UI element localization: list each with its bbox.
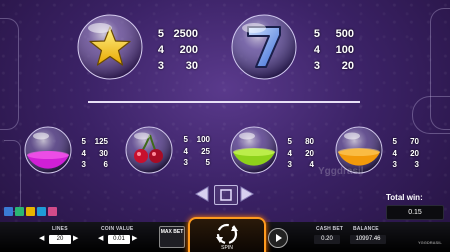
coin-value-label: COIN VALUE [101, 226, 134, 232]
balance-label: BALANCE [353, 226, 379, 232]
match-count: 4 [313, 44, 320, 56]
decor-pipe-left [0, 18, 19, 130]
payout-value: 2500 [173, 28, 198, 40]
cash-bet-label: CASH BET [316, 226, 344, 232]
autoplay-button[interactable] [268, 228, 288, 248]
star-ball-payouts: 5 2500 4 200 3 30 [154, 29, 198, 77]
payout-value: 500 [335, 28, 354, 40]
match-count: 5 [313, 28, 320, 40]
match-count: 3 [392, 160, 397, 169]
history-button[interactable] [48, 207, 57, 216]
match-count: 3 [157, 60, 164, 72]
payout-row: 4 100 [310, 45, 354, 61]
payout-row: 5 100 [180, 136, 210, 148]
paytable-page-indicator [214, 185, 238, 205]
payout-row: 3 30 [154, 61, 198, 77]
payout-value: 5 [205, 158, 210, 167]
green-potion-payouts: 5 80 4 20 34 [284, 138, 314, 173]
play-icon [276, 234, 282, 242]
decor-pipe-left-2 [4, 140, 21, 212]
brand-logo: YGGDRASIL [418, 240, 442, 245]
payout-row: 35 [180, 159, 210, 171]
match-count: 3 [287, 160, 292, 169]
payout-value: 100 [335, 44, 354, 56]
payout-row: 5 70 [389, 138, 419, 150]
max-bet-label: MAX BET [160, 229, 184, 235]
help-button[interactable] [26, 207, 35, 216]
payout-row: 33 [389, 161, 419, 173]
payout-value: 100 [196, 135, 210, 144]
coin-value-increase-button[interactable]: ▶ [132, 234, 137, 242]
match-count: 3 [81, 160, 86, 169]
spin-button[interactable]: SPIN [188, 217, 266, 252]
match-count: 3 [183, 158, 188, 167]
payout-value: 30 [185, 60, 198, 72]
payout-value: 70 [410, 137, 419, 146]
lines-field: 20 [49, 235, 71, 244]
balance-field: 10997.46 [350, 235, 386, 244]
payout-row: 4 200 [154, 45, 198, 61]
purple-potion-ball-icon [24, 126, 72, 174]
lines-decrease-button[interactable]: ◀ [39, 234, 44, 242]
total-win-panel: Total win: 0.15 [378, 189, 450, 222]
match-count: 5 [81, 137, 86, 146]
spin-label: SPIN [221, 245, 233, 251]
payout-row: 3 20 [310, 61, 354, 77]
coin-value-decrease-button[interactable]: ◀ [98, 234, 103, 242]
seven-ball-icon [231, 14, 297, 80]
match-count: 5 [183, 135, 188, 144]
payout-row: 5 80 [284, 138, 314, 150]
total-win-label: Total win: [386, 193, 423, 202]
max-bet-button[interactable]: MAX BET [159, 226, 185, 248]
paytable-screen: 5 2500 4 200 3 30 5 500 4 100 3 20 5 125… [0, 0, 450, 252]
orange-potion-payouts: 5 70 4 20 33 [389, 138, 419, 173]
decor-pipe-right-2 [412, 96, 450, 134]
match-count: 3 [313, 60, 320, 72]
purple-potion-payouts: 5 125 4 30 36 [78, 138, 108, 173]
star-ball-icon [77, 14, 143, 80]
total-win-value: 0.15 [386, 205, 444, 220]
payout-row: 5 500 [310, 29, 354, 45]
match-count: 5 [157, 28, 164, 40]
cash-bet-field: 0.20 [314, 235, 340, 244]
lines-label: LINES [52, 226, 68, 232]
lines-increase-button[interactable]: ▶ [73, 234, 78, 242]
payout-value: 6 [103, 160, 108, 169]
payout-row: 5 125 [78, 138, 108, 150]
payout-value: 3 [414, 160, 419, 169]
match-count: 4 [157, 44, 164, 56]
paytable-button[interactable] [37, 207, 46, 216]
watermark: Yggdrasil [318, 166, 364, 177]
payout-value: 4 [309, 160, 314, 169]
payout-row: 5 2500 [154, 29, 198, 45]
cherries-ball-icon [125, 126, 173, 174]
settings-button[interactable] [4, 207, 13, 216]
payout-value: 125 [94, 137, 108, 146]
paytable-divider [88, 101, 360, 103]
seven-ball-payouts: 5 500 4 100 3 20 [310, 29, 354, 77]
match-count: 5 [287, 137, 292, 146]
payout-row: 36 [78, 161, 108, 173]
payout-value: 200 [179, 44, 198, 56]
payout-row: 34 [284, 161, 314, 173]
payout-value: 20 [341, 60, 354, 72]
next-page-button[interactable] [240, 186, 254, 202]
match-count: 5 [392, 137, 397, 146]
coin-value-field: 0.01 [108, 235, 130, 244]
payout-value: 80 [305, 137, 314, 146]
prev-page-button[interactable] [195, 186, 209, 202]
page-icon [220, 189, 232, 201]
sound-button[interactable] [15, 207, 24, 216]
cherries-payouts: 5 100 4 25 35 [180, 136, 210, 171]
green-potion-ball-icon [230, 126, 278, 174]
